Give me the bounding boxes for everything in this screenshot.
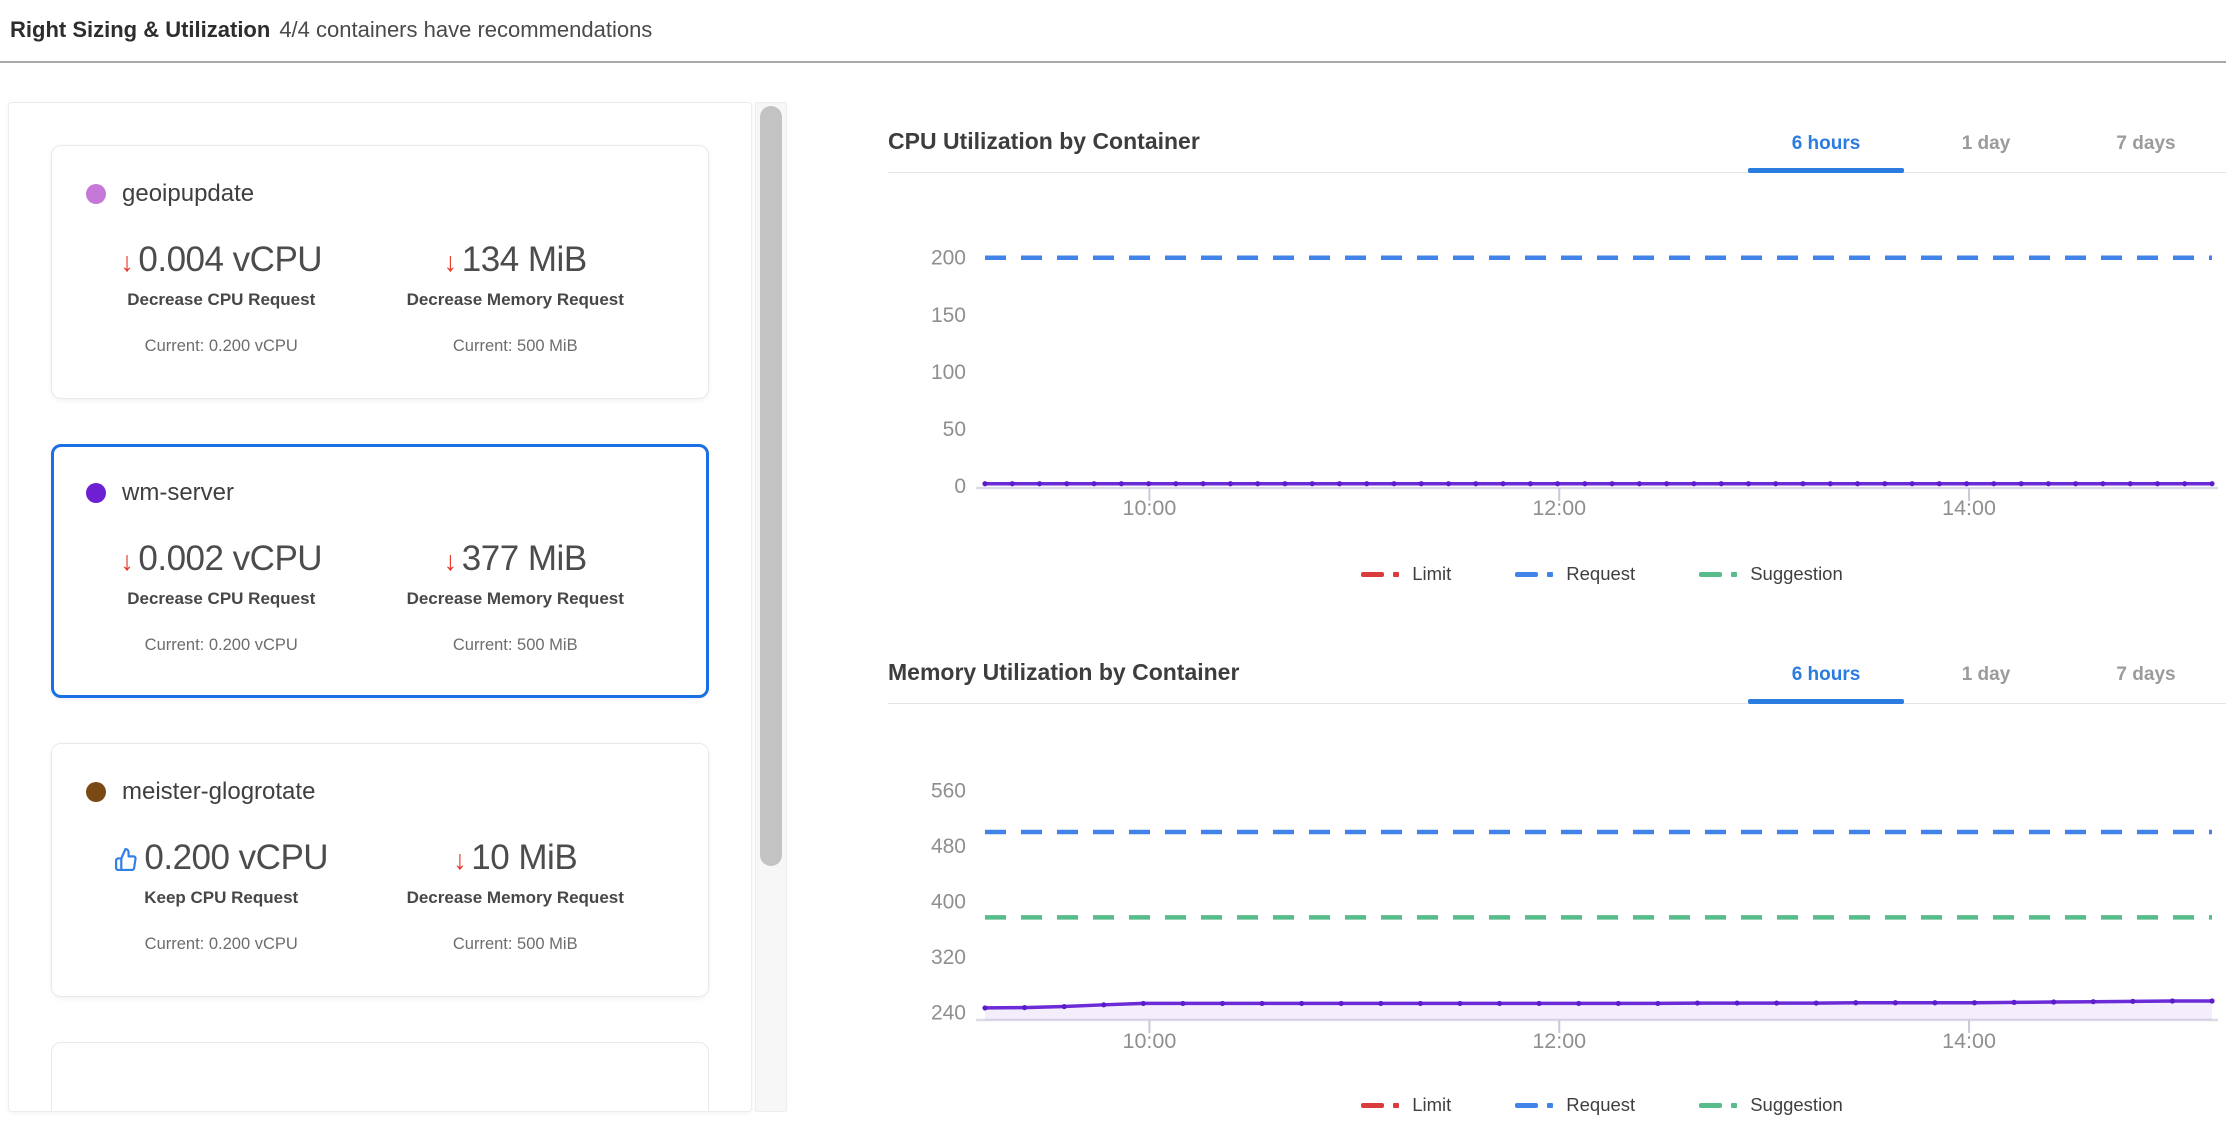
legend-item-limit[interactable]: Limit bbox=[1361, 563, 1451, 585]
tab-6-hours[interactable]: 6 hours bbox=[1746, 133, 1906, 172]
legend-item-request[interactable]: Request bbox=[1515, 1094, 1635, 1116]
recommendation-value: 0.200 vCPU bbox=[144, 838, 328, 878]
decrease-arrow-icon: ↓ bbox=[444, 249, 457, 276]
recommendation-value: 0.002 vCPU bbox=[138, 539, 322, 579]
svg-text:14:00: 14:00 bbox=[1942, 1029, 1996, 1053]
page-title-subtext: 4/4 containers have recommendations bbox=[279, 17, 652, 43]
svg-text:14:00: 14:00 bbox=[1942, 496, 1996, 520]
recommendations-panel: geoipupdate ↓ 0.004 vCPU Decrease CPU Re… bbox=[8, 102, 752, 1112]
legend-label: Limit bbox=[1412, 563, 1451, 585]
cpu-recommendation: ↓ 0.004 vCPU Decrease CPU Request Curren… bbox=[86, 240, 356, 356]
svg-text:150: 150 bbox=[931, 304, 966, 327]
svg-text:10:00: 10:00 bbox=[1123, 496, 1177, 520]
svg-text:12:00: 12:00 bbox=[1532, 1029, 1586, 1053]
page-title-bold: Right Sizing & Utilization bbox=[10, 17, 270, 43]
svg-text:200: 200 bbox=[931, 247, 966, 270]
legend-item-suggestion[interactable]: Suggestion bbox=[1699, 1094, 1843, 1116]
memory-utilization-section: Memory Utilization by Container 6 hours1… bbox=[888, 643, 2226, 1116]
container-color-dot-icon bbox=[86, 782, 106, 802]
svg-text:480: 480 bbox=[931, 835, 966, 858]
legend-label: Suggestion bbox=[1750, 563, 1843, 585]
recommendation-current: Current: 0.200 vCPU bbox=[145, 337, 298, 356]
svg-text:0: 0 bbox=[954, 475, 966, 498]
recommendation-current: Current: 0.200 vCPU bbox=[145, 636, 298, 655]
cpu-utilization-section: CPU Utilization by Container 6 hours1 da… bbox=[888, 112, 2226, 585]
recommendation-current: Current: 500 MiB bbox=[453, 935, 578, 954]
recommendation-value: 0.004 vCPU bbox=[138, 240, 322, 280]
cpu-utilization-chart[interactable]: 200 150 100 50 0 10:00 12:00 14:00 bbox=[888, 223, 2226, 533]
dashed-line-swatch-icon bbox=[1699, 572, 1737, 577]
memory-recommendation: ↓ 134 MiB Decrease Memory Request Curren… bbox=[356, 240, 674, 356]
svg-text:10:00: 10:00 bbox=[1123, 1029, 1177, 1053]
thumbs-up-icon bbox=[114, 847, 139, 872]
svg-text:12:00: 12:00 bbox=[1532, 496, 1586, 520]
dashed-line-swatch-icon bbox=[1515, 572, 1553, 577]
container-card[interactable]: geoipupdate ↓ 0.004 vCPU Decrease CPU Re… bbox=[51, 145, 709, 399]
recommendation-action: Decrease CPU Request bbox=[127, 589, 315, 609]
recommendation-action: Decrease CPU Request bbox=[127, 290, 315, 310]
tab-7-days[interactable]: 7 days bbox=[2066, 133, 2226, 172]
recommendation-current: Current: 0.200 vCPU bbox=[145, 935, 298, 954]
tab-1-day[interactable]: 1 day bbox=[1906, 133, 2066, 172]
svg-text:50: 50 bbox=[943, 418, 966, 441]
memory-utilization-chart[interactable]: 560 480 400 320 240 10:00 12:00 14:00 bbox=[888, 752, 2226, 1064]
chart-legend: Limit Request Suggestion bbox=[888, 563, 2226, 585]
header-divider bbox=[0, 61, 2226, 63]
chart-legend: Limit Request Suggestion bbox=[888, 1094, 2226, 1116]
legend-label: Request bbox=[1566, 563, 1635, 585]
cpu-recommendation: ↓ 0.200 vCPU Keep CPU Request Current: 0… bbox=[86, 838, 356, 954]
recommendation-action: Decrease Memory Request bbox=[407, 888, 624, 908]
decrease-arrow-icon: ↓ bbox=[453, 847, 466, 874]
legend-label: Suggestion bbox=[1750, 1094, 1843, 1116]
recommendation-current: Current: 500 MiB bbox=[453, 337, 578, 356]
tab-1-day[interactable]: 1 day bbox=[1906, 664, 2066, 703]
time-range-tabs: 6 hours1 day7 days bbox=[1746, 664, 2226, 703]
recommendation-action: Decrease Memory Request bbox=[407, 589, 624, 609]
cpu-chart-title: CPU Utilization by Container bbox=[888, 128, 1200, 172]
charts-column: CPU Utilization by Container 6 hours1 da… bbox=[888, 90, 2226, 1116]
scrollbar-track[interactable] bbox=[755, 102, 787, 1112]
page-title: Right Sizing & Utilization 4/4 container… bbox=[10, 0, 652, 60]
recommendation-value: 134 MiB bbox=[462, 240, 587, 280]
time-range-tabs: 6 hours1 day7 days bbox=[1746, 133, 2226, 172]
container-card[interactable]: meister-glogrotate ↓ 0.200 vCPU Keep CPU… bbox=[51, 743, 709, 997]
dashed-line-swatch-icon bbox=[1515, 1103, 1553, 1108]
svg-text:240: 240 bbox=[931, 1001, 966, 1024]
decrease-arrow-icon: ↓ bbox=[120, 249, 133, 276]
legend-item-request[interactable]: Request bbox=[1515, 563, 1635, 585]
container-card[interactable]: wm-server ↓ 0.002 vCPU Decrease CPU Requ… bbox=[51, 444, 709, 698]
memory-recommendation: ↓ 377 MiB Decrease Memory Request Curren… bbox=[356, 539, 674, 655]
container-name: geoipupdate bbox=[122, 180, 254, 208]
container-color-dot-icon bbox=[86, 184, 106, 204]
recommendation-current: Current: 500 MiB bbox=[453, 636, 578, 655]
svg-text:320: 320 bbox=[931, 946, 966, 969]
cpu-recommendation: ↓ 0.002 vCPU Decrease CPU Request Curren… bbox=[86, 539, 356, 655]
memory-recommendation: ↓ 10 MiB Decrease Memory Request Current… bbox=[356, 838, 674, 954]
tab-7-days[interactable]: 7 days bbox=[2066, 664, 2226, 703]
dashed-line-swatch-icon bbox=[1361, 1103, 1399, 1108]
container-card-partial[interactable] bbox=[51, 1042, 709, 1112]
recommendation-value: 10 MiB bbox=[471, 838, 577, 878]
svg-text:560: 560 bbox=[931, 779, 966, 802]
decrease-arrow-icon: ↓ bbox=[120, 548, 133, 575]
legend-label: Request bbox=[1566, 1094, 1635, 1116]
recommendation-action: Keep CPU Request bbox=[144, 888, 298, 908]
svg-text:100: 100 bbox=[931, 361, 966, 384]
container-name: wm-server bbox=[122, 479, 234, 507]
tab-6-hours[interactable]: 6 hours bbox=[1746, 664, 1906, 703]
dashed-line-swatch-icon bbox=[1699, 1103, 1737, 1108]
svg-text:400: 400 bbox=[931, 890, 966, 913]
recommendation-action: Decrease Memory Request bbox=[407, 290, 624, 310]
legend-label: Limit bbox=[1412, 1094, 1451, 1116]
decrease-arrow-icon: ↓ bbox=[444, 548, 457, 575]
container-list: geoipupdate ↓ 0.004 vCPU Decrease CPU Re… bbox=[51, 145, 709, 1112]
legend-item-suggestion[interactable]: Suggestion bbox=[1699, 563, 1843, 585]
memory-chart-title: Memory Utilization by Container bbox=[888, 659, 1239, 703]
scrollbar-thumb[interactable] bbox=[760, 106, 782, 866]
dashed-line-swatch-icon bbox=[1361, 572, 1399, 577]
container-color-dot-icon bbox=[86, 483, 106, 503]
legend-item-limit[interactable]: Limit bbox=[1361, 1094, 1451, 1116]
recommendation-value: 377 MiB bbox=[462, 539, 587, 579]
container-name: meister-glogrotate bbox=[122, 778, 315, 806]
